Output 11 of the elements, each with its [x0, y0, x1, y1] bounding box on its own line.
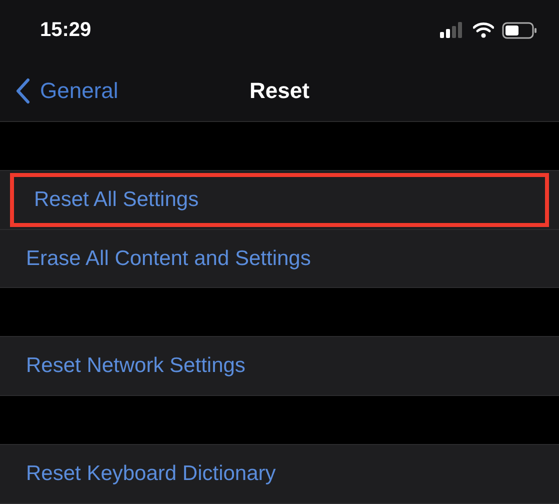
reset-option[interactable]: Reset Keyboard Dictionary [0, 445, 559, 503]
reset-option[interactable]: Erase All Content and Settings [0, 229, 559, 287]
signal-icon [440, 22, 465, 38]
status-time: 15:29 [40, 18, 92, 43]
battery-icon [502, 22, 537, 38]
back-button[interactable]: General [0, 74, 118, 107]
chevron-left-icon [16, 78, 30, 104]
reset-option[interactable]: Reset All Settings [8, 171, 551, 229]
page-title: Reset [250, 77, 310, 105]
wifi-icon [473, 22, 494, 38]
reset-option[interactable]: Reset Network Settings [0, 337, 559, 395]
